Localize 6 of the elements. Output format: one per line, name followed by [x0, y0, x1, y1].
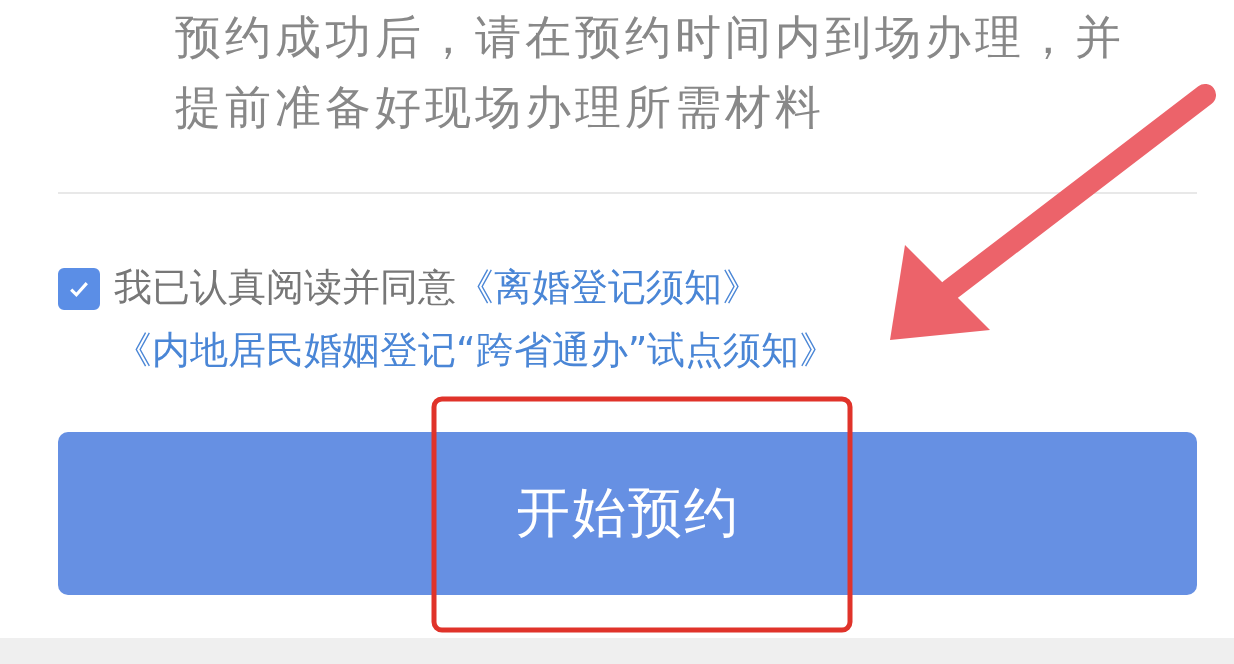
start-booking-button[interactable]: 开始预约	[58, 432, 1197, 595]
notice-link[interactable]: 《内地居民婚姻登记“跨省通办”试点须知》	[114, 319, 838, 382]
agreement-text: 我已认真阅读并同意	[114, 265, 456, 309]
notice-link[interactable]: 《离婚登记须知》	[456, 265, 760, 309]
instruction-text: 预约成功后，请在预约时间内到场办理，并提前准备好现场办理所需材料	[175, 9, 1126, 136]
checkbox[interactable]	[58, 268, 100, 310]
